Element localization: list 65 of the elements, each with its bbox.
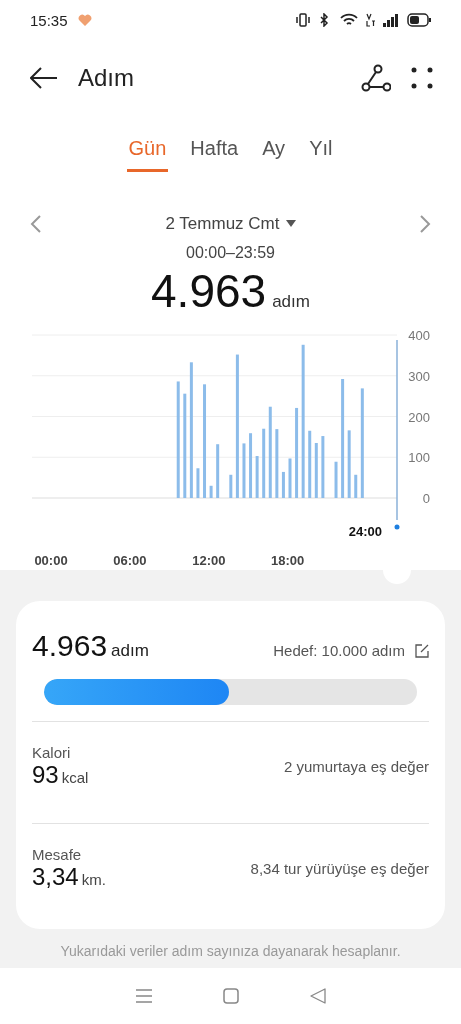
step-bar bbox=[281, 471, 285, 498]
chevron-right-icon[interactable] bbox=[419, 215, 431, 233]
back-nav-icon[interactable] bbox=[309, 988, 326, 1004]
home-icon[interactable] bbox=[223, 988, 240, 1004]
period-tab[interactable]: Ay bbox=[260, 132, 288, 172]
back-icon[interactable] bbox=[30, 67, 58, 89]
stat-equivalent: 8,34 tur yürüyüşe eş değer bbox=[250, 860, 429, 877]
chevron-left-icon[interactable] bbox=[30, 215, 42, 233]
goal-label: Hedef: 10.000 adım bbox=[273, 642, 405, 659]
cursor-label: 24:00 bbox=[348, 524, 382, 539]
date-label[interactable]: 2 Temmuz Cmt bbox=[165, 214, 280, 234]
cursor-dot bbox=[394, 524, 400, 530]
menu-icon[interactable] bbox=[135, 988, 154, 1004]
more-icon[interactable] bbox=[411, 67, 433, 89]
step-bar bbox=[288, 458, 292, 498]
edit-icon[interactable] bbox=[415, 643, 429, 658]
stat-equivalent: 2 yumurtaya eş değer bbox=[283, 758, 429, 775]
step-bar bbox=[275, 429, 279, 498]
stat-value: 3,34 bbox=[32, 863, 79, 890]
step-bar bbox=[229, 474, 233, 498]
step-bar bbox=[249, 433, 253, 498]
step-bar bbox=[314, 443, 318, 498]
x-tick-label: 18:00 bbox=[271, 553, 305, 568]
period-tab[interactable]: Hafta bbox=[188, 132, 241, 172]
step-unit: adım bbox=[111, 641, 149, 660]
step-bar bbox=[334, 461, 338, 498]
step-bar bbox=[216, 444, 220, 498]
y-tick-label: 0 bbox=[422, 491, 430, 506]
volte-icon bbox=[366, 13, 375, 27]
step-bar bbox=[196, 468, 200, 498]
y-tick-label: 100 bbox=[408, 450, 430, 466]
stat-label: Kalori bbox=[32, 744, 72, 761]
route-icon[interactable] bbox=[361, 64, 391, 92]
step-count: 4.963 bbox=[32, 629, 108, 662]
x-tick-label: 12:00 bbox=[192, 553, 226, 568]
stat-label: Mesafe bbox=[32, 846, 83, 863]
step-bar bbox=[209, 485, 213, 498]
footnote: Yukarıdaki veriler adım sayınıza dayanarak hesaplanır. bbox=[59, 943, 402, 959]
status-time: 15:35 bbox=[30, 11, 68, 29]
period-tab[interactable]: Yıl bbox=[307, 132, 335, 172]
step-bar bbox=[242, 443, 246, 498]
stat-unit: km. bbox=[81, 871, 106, 888]
x-tick-label: 06:00 bbox=[113, 553, 147, 568]
step-unit: adım bbox=[272, 292, 310, 312]
step-bar bbox=[321, 436, 325, 498]
heart-icon bbox=[77, 13, 92, 27]
signal-icon bbox=[383, 13, 399, 27]
y-tick-label: 200 bbox=[408, 409, 430, 425]
step-bar bbox=[347, 430, 351, 498]
y-tick-label: 400 bbox=[408, 328, 430, 343]
caret-icon[interactable] bbox=[285, 220, 296, 228]
stat-value: 93 bbox=[32, 761, 59, 788]
vibrate-icon bbox=[296, 13, 310, 27]
page-title: Adım bbox=[78, 64, 135, 92]
stat-unit: kcal bbox=[61, 769, 89, 786]
step-total: 4.963 bbox=[151, 264, 267, 318]
wifi-icon bbox=[340, 13, 358, 27]
step-bar bbox=[308, 430, 312, 498]
step-bar bbox=[255, 456, 259, 498]
step-bar bbox=[262, 428, 266, 498]
y-tick-label: 300 bbox=[408, 368, 430, 384]
time-range: 00:00–23:59 bbox=[185, 244, 276, 262]
x-tick-label: 00:00 bbox=[34, 553, 68, 568]
battery-icon bbox=[407, 13, 431, 27]
step-bar bbox=[354, 474, 358, 498]
